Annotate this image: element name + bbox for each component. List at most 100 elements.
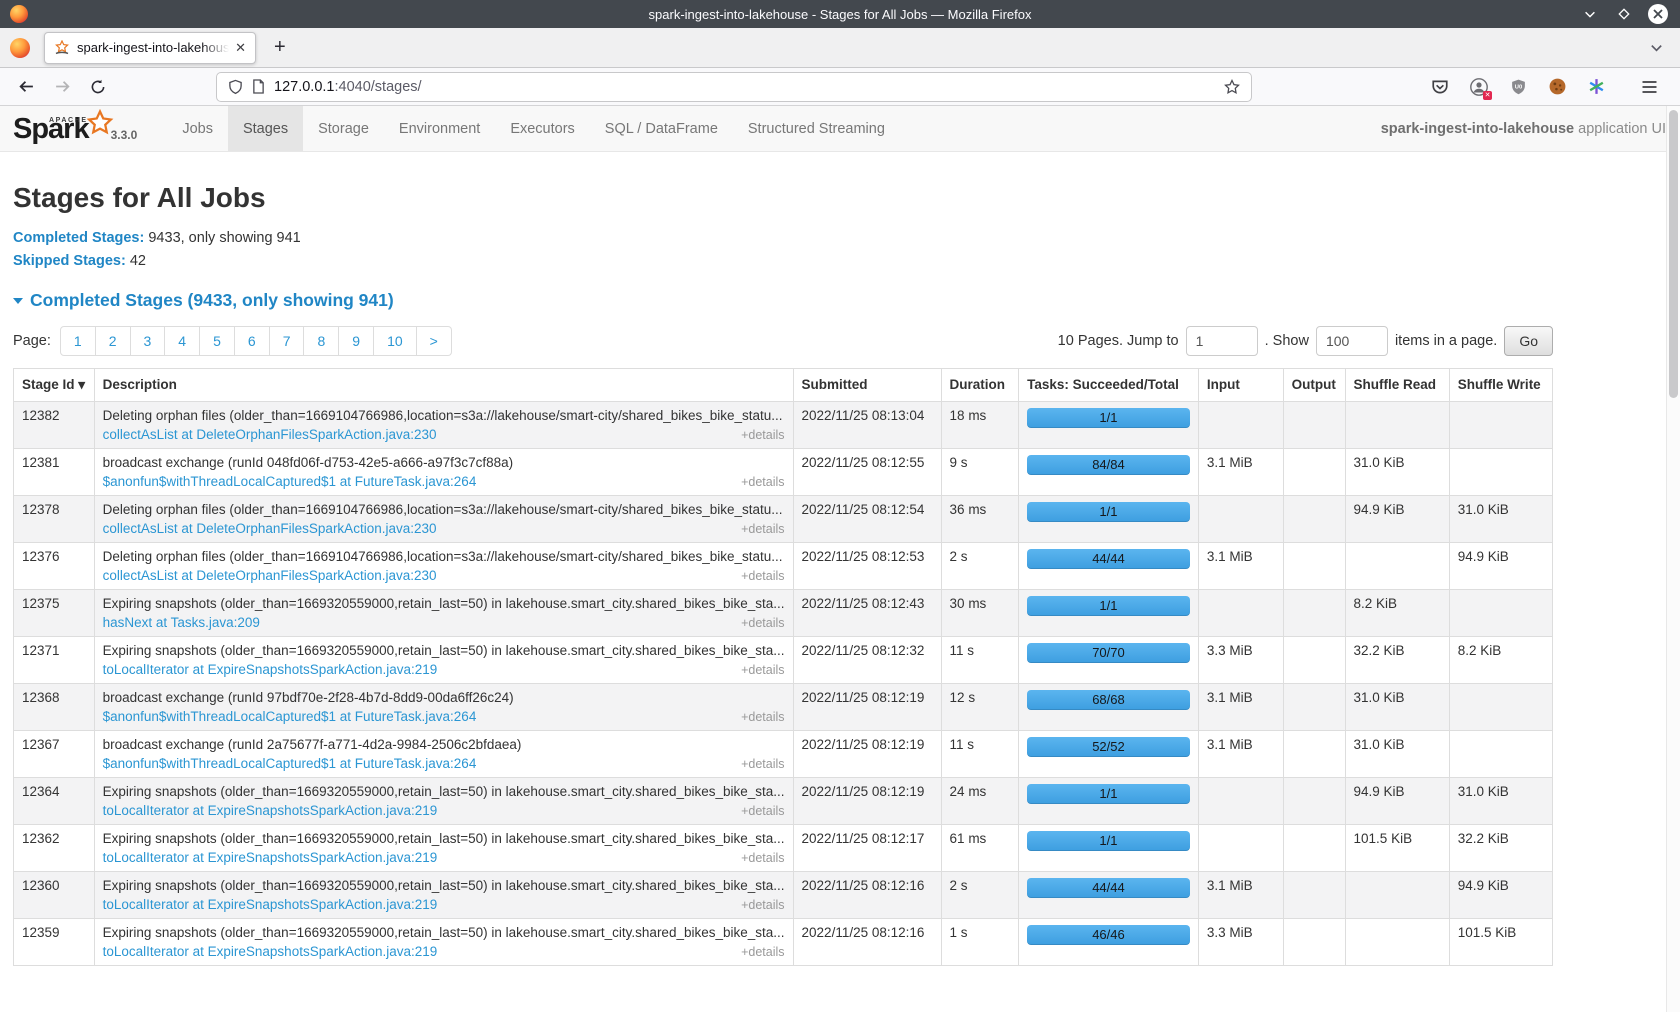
minimize-icon[interactable] — [1580, 4, 1600, 24]
jump-to-input[interactable] — [1186, 326, 1258, 356]
stage-detail-link[interactable]: collectAsList at DeleteOrphanFilesSparkA… — [103, 427, 437, 442]
cookie-icon[interactable] — [1546, 76, 1568, 98]
page-size-input[interactable] — [1316, 326, 1388, 356]
description-cell: broadcast exchange (runId 2a75677f-a771-… — [94, 730, 793, 777]
page-button-5[interactable]: 5 — [200, 326, 235, 356]
column-header-input[interactable]: Input — [1198, 368, 1283, 401]
stage-detail-link[interactable]: $anonfun$withThreadLocalCaptured$1 at Fu… — [103, 474, 477, 489]
column-header-tasks-succeeded-total[interactable]: Tasks: Succeeded/Total — [1019, 368, 1199, 401]
submitted-cell: 2022/11/25 08:12:53 — [793, 542, 941, 589]
nav-tab-environment[interactable]: Environment — [384, 106, 495, 151]
page-button-next[interactable]: > — [417, 326, 452, 356]
duration-cell: 1 s — [941, 918, 1019, 965]
nav-tab-jobs[interactable]: Jobs — [167, 106, 228, 151]
nav-tab-stages[interactable]: Stages — [228, 106, 303, 151]
shield-icon[interactable] — [228, 79, 243, 95]
column-header-shuffle-write[interactable]: Shuffle Write — [1449, 368, 1552, 401]
page-button-7[interactable]: 7 — [270, 326, 305, 356]
details-toggle[interactable]: +details — [741, 710, 784, 724]
page-button-9[interactable]: 9 — [339, 326, 374, 356]
stage-detail-link[interactable]: collectAsList at DeleteOrphanFilesSparkA… — [103, 568, 437, 583]
stage-detail-link[interactable]: hasNext at Tasks.java:209 — [103, 615, 260, 630]
bookmark-star-icon[interactable] — [1224, 79, 1240, 95]
stage-detail-link[interactable]: toLocalIterator at ExpireSnapshotsSparkA… — [103, 662, 438, 677]
maximize-icon[interactable] — [1614, 4, 1634, 24]
firefox-icon-small — [10, 38, 30, 58]
stage-id-cell: 12378 — [14, 495, 95, 542]
details-toggle[interactable]: +details — [741, 757, 784, 771]
account-icon[interactable]: ✕ — [1468, 76, 1490, 98]
details-toggle[interactable]: +details — [741, 898, 784, 912]
tasks-progress-bar: 44/44 — [1027, 878, 1190, 898]
details-toggle[interactable]: +details — [741, 851, 784, 865]
url-bar[interactable]: 127.0.0.1:4040/stages/ — [216, 72, 1252, 102]
completed-stages-label[interactable]: Completed Stages: — [13, 230, 144, 246]
column-header-duration[interactable]: Duration — [941, 368, 1019, 401]
details-toggle[interactable]: +details — [741, 522, 784, 536]
nav-tab-sql-dataframe[interactable]: SQL / DataFrame — [590, 106, 733, 151]
reload-button[interactable] — [84, 73, 112, 101]
stage-detail-link[interactable]: toLocalIterator at ExpireSnapshotsSparkA… — [103, 850, 438, 865]
page-button-8[interactable]: 8 — [304, 326, 339, 356]
completed-stages-section-header[interactable]: Completed Stages (9433, only showing 941… — [13, 290, 1553, 311]
stage-detail-link[interactable]: collectAsList at DeleteOrphanFilesSparkA… — [103, 521, 437, 536]
details-toggle[interactable]: +details — [741, 616, 784, 630]
shuffle-read-cell: 101.5 KiB — [1345, 824, 1449, 871]
close-icon[interactable] — [1648, 4, 1668, 24]
page-button-10[interactable]: 10 — [374, 326, 417, 356]
shuffle-read-cell: 31.0 KiB — [1345, 730, 1449, 777]
shuffle-write-cell: 31.0 KiB — [1449, 777, 1552, 824]
column-header-output[interactable]: Output — [1283, 368, 1345, 401]
tasks-progress-bar: 1/1 — [1027, 784, 1190, 804]
nav-tab-executors[interactable]: Executors — [495, 106, 589, 151]
tab-close-icon[interactable]: ✕ — [235, 41, 246, 54]
nav-tab-structured-streaming[interactable]: Structured Streaming — [733, 106, 900, 151]
new-tab-button[interactable]: + — [274, 36, 286, 59]
stage-description-line2: $anonfun$withThreadLocalCaptured$1 at Fu… — [103, 756, 785, 771]
page-label: Page: — [13, 333, 51, 349]
ublock-icon[interactable]: U0 — [1507, 76, 1529, 98]
stage-detail-link[interactable]: $anonfun$withThreadLocalCaptured$1 at Fu… — [103, 756, 477, 771]
stage-id-cell: 12375 — [14, 589, 95, 636]
scrollbar-thumb[interactable] — [1669, 110, 1678, 398]
details-toggle[interactable]: +details — [741, 569, 784, 583]
page-button-6[interactable]: 6 — [235, 326, 270, 356]
page-button-3[interactable]: 3 — [131, 326, 166, 356]
nav-tab-storage[interactable]: Storage — [303, 106, 384, 151]
page-button-1[interactable]: 1 — [60, 326, 96, 356]
column-header-description[interactable]: Description — [94, 368, 793, 401]
pocket-icon[interactable] — [1429, 76, 1451, 98]
details-toggle[interactable]: +details — [741, 663, 784, 677]
column-header-stage-id[interactable]: Stage Id ▾ — [14, 368, 95, 401]
stage-detail-link[interactable]: toLocalIterator at ExpireSnapshotsSparkA… — [103, 897, 438, 912]
tasks-cell: 1/1 — [1019, 589, 1199, 636]
menu-icon[interactable] — [1638, 76, 1660, 98]
shuffle-read-cell: 32.2 KiB — [1345, 636, 1449, 683]
stage-description: Deleting orphan files (older_than=166910… — [103, 502, 785, 517]
column-header-shuffle-read[interactable]: Shuffle Read — [1345, 368, 1449, 401]
back-button[interactable] — [12, 73, 40, 101]
shuffle-write-cell: 32.2 KiB — [1449, 824, 1552, 871]
page-button-4[interactable]: 4 — [165, 326, 200, 356]
details-toggle[interactable]: +details — [741, 428, 784, 442]
stage-detail-link[interactable]: toLocalIterator at ExpireSnapshotsSparkA… — [103, 803, 438, 818]
stage-detail-link[interactable]: $anonfun$withThreadLocalCaptured$1 at Fu… — [103, 709, 477, 724]
tasks-cell: 1/1 — [1019, 824, 1199, 871]
page-button-2[interactable]: 2 — [96, 326, 131, 356]
details-toggle[interactable]: +details — [741, 475, 784, 489]
stage-detail-link[interactable]: toLocalIterator at ExpireSnapshotsSparkA… — [103, 944, 438, 959]
page-info-icon[interactable] — [252, 79, 265, 94]
stage-description-line2: collectAsList at DeleteOrphanFilesSparkA… — [103, 521, 785, 536]
details-toggle[interactable]: +details — [741, 804, 784, 818]
skipped-stages-label[interactable]: Skipped Stages: — [13, 253, 126, 269]
column-header-submitted[interactable]: Submitted — [793, 368, 941, 401]
details-toggle[interactable]: +details — [741, 945, 784, 959]
browser-tab[interactable]: spark-ingest-into-lakehous ✕ — [44, 32, 256, 64]
spark-logo-block[interactable]: APACHE Spark 3.3.0 — [0, 106, 149, 151]
extension-asterisk-icon[interactable] — [1585, 76, 1607, 98]
go-button[interactable]: Go — [1504, 326, 1553, 356]
output-cell — [1283, 824, 1345, 871]
tab-list-chevron-icon[interactable] — [1649, 40, 1664, 55]
forward-button[interactable] — [48, 73, 76, 101]
stages-table: Stage Id ▾DescriptionSubmittedDurationTa… — [13, 368, 1553, 966]
